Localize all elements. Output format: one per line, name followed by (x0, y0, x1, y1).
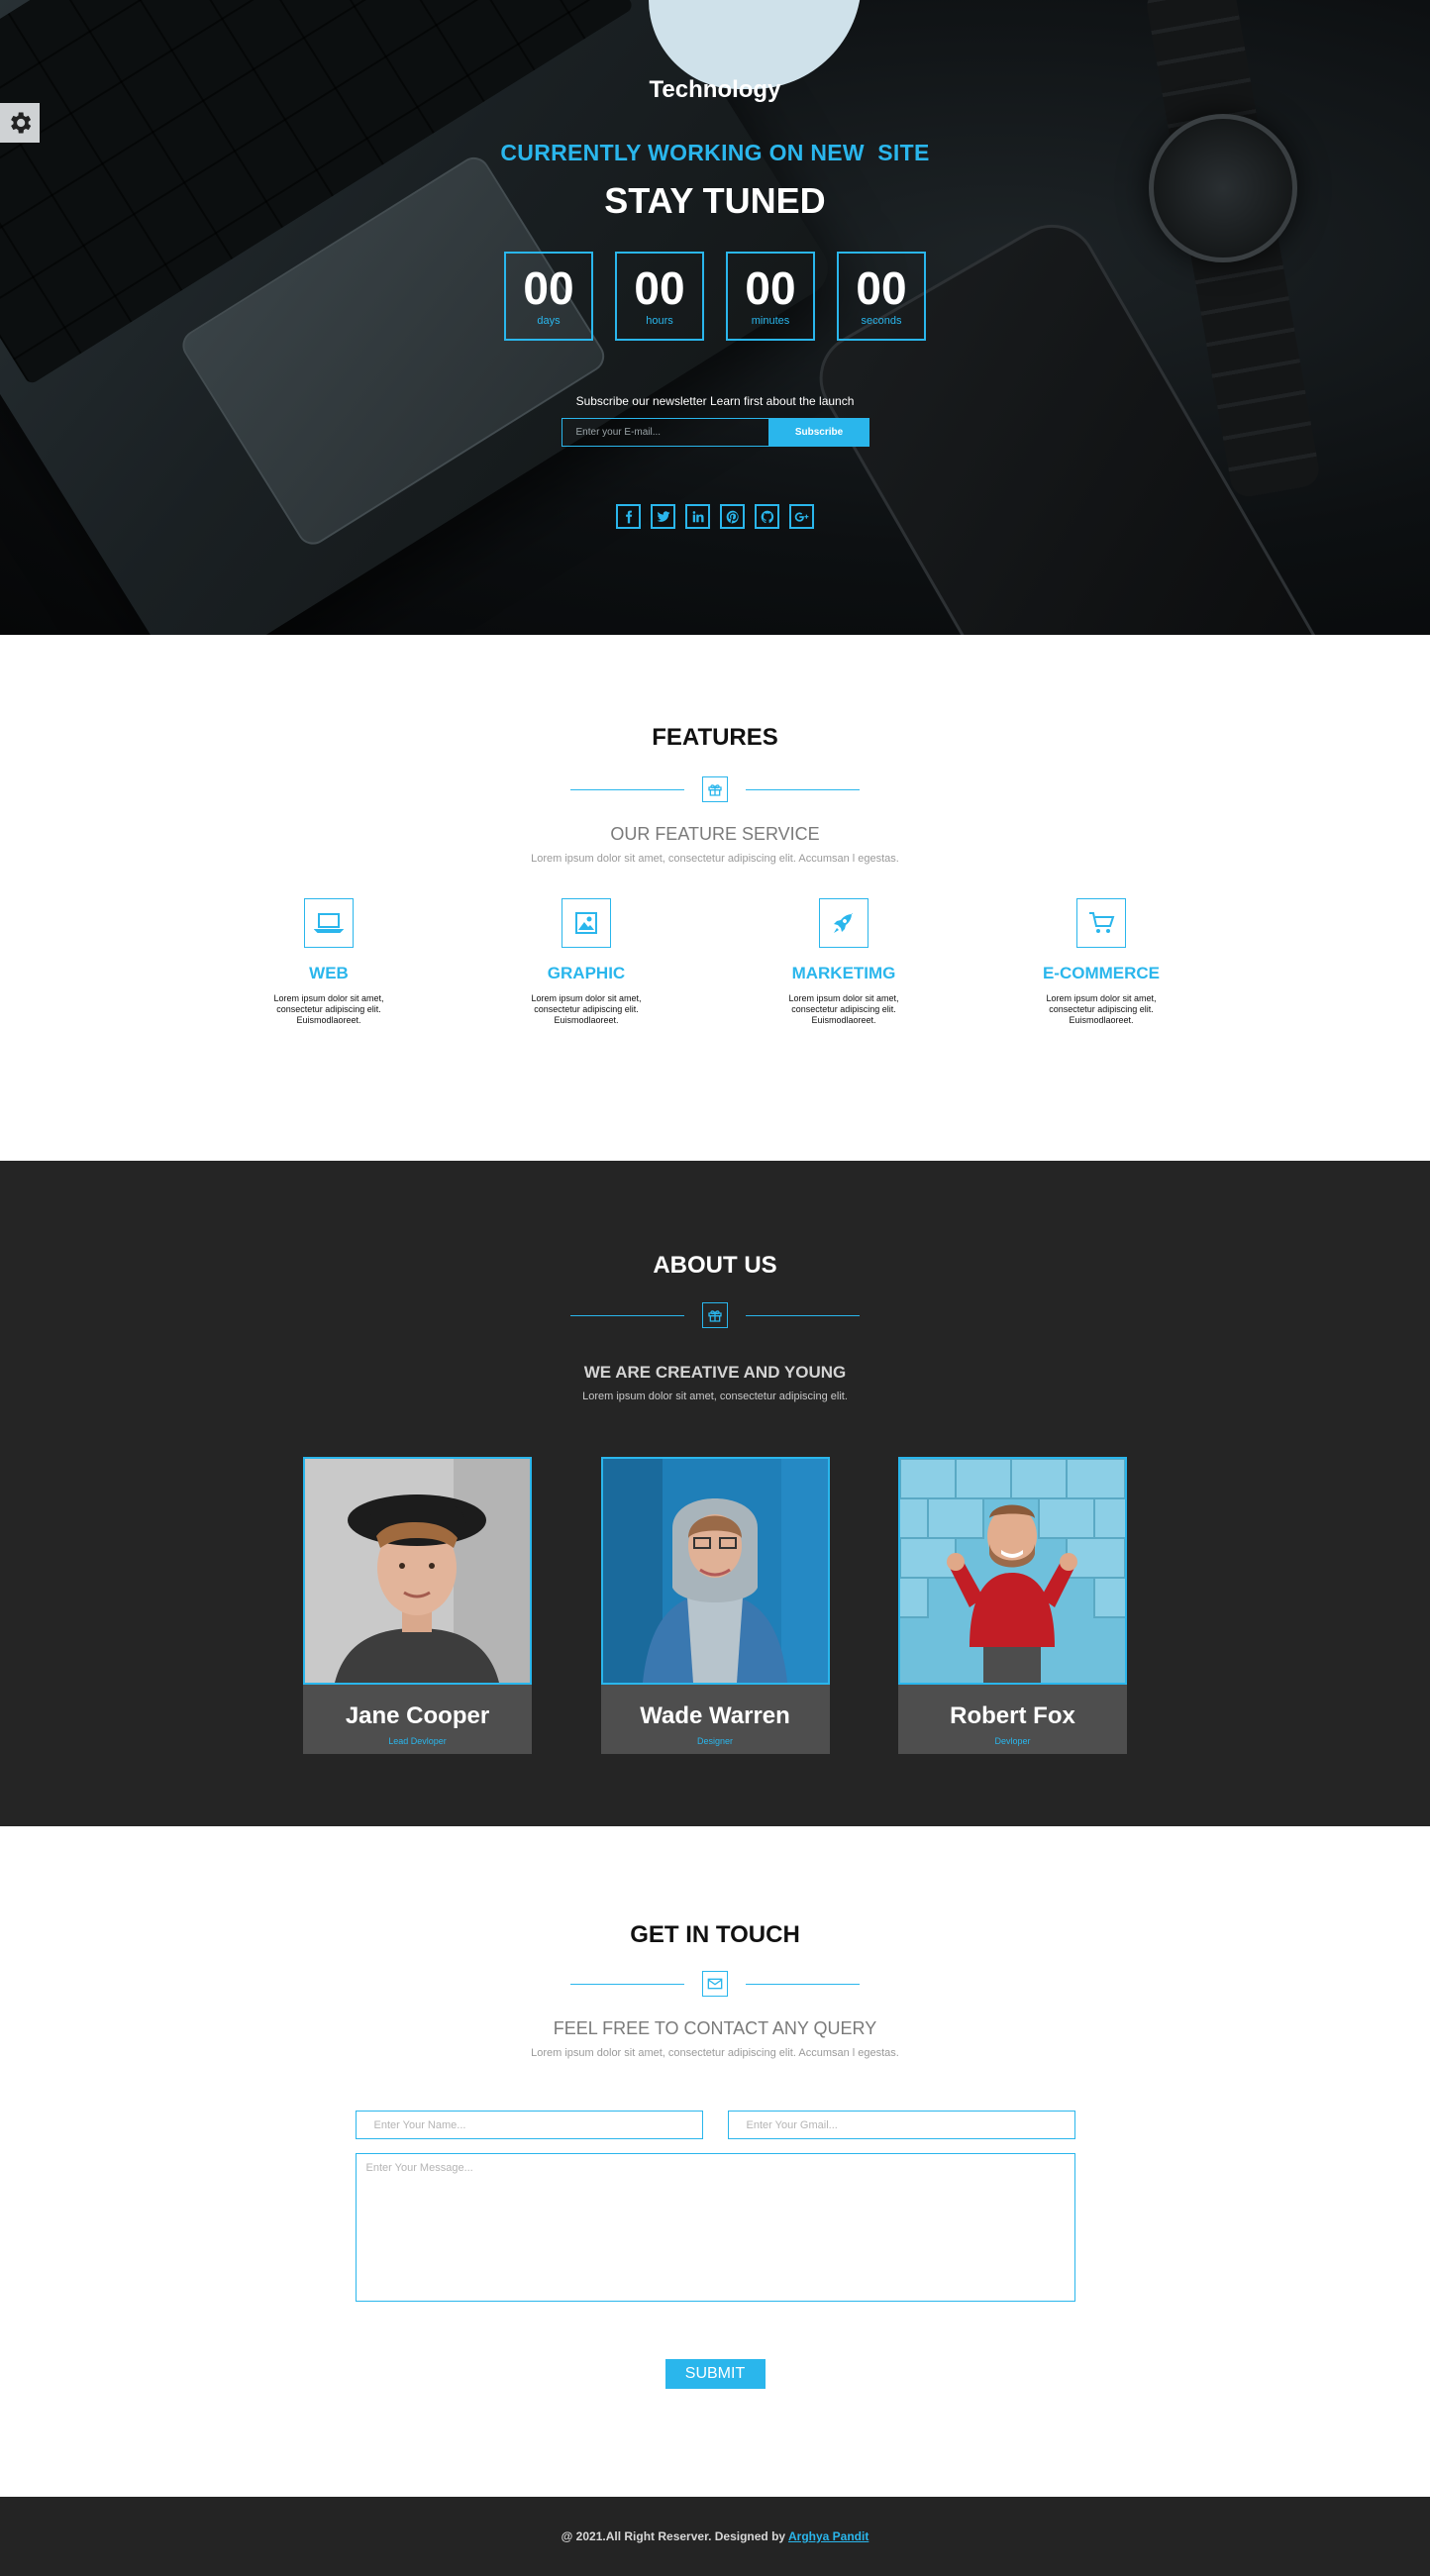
about-divider (0, 1302, 1430, 1328)
cart-icon (1076, 898, 1126, 948)
feature-web: WEB Lorem ipsum dolor sit amet, consecte… (259, 898, 398, 1026)
gift-icon (702, 776, 728, 802)
feature-title: GRAPHIC (547, 964, 626, 982)
stay-tuned-heading: STAY TUNED (604, 180, 826, 221)
countdown-seconds: 00 seconds (837, 252, 926, 341)
hero-content: Technology CURRENTLY WORKING ON NEW SITE… (0, 0, 1430, 529)
feature-title: MARKETIMG (791, 964, 896, 982)
brand-title: Technology (649, 76, 781, 103)
features-divider (0, 776, 1430, 802)
countdown-value: 00 (634, 262, 685, 314)
countdown-days: 00 days (504, 252, 593, 341)
features-title: FEATURES (652, 724, 778, 751)
countdown-label: days (537, 315, 561, 327)
about-section: ABOUT US WE ARE CREATIVE AND YOUNG Lorem… (0, 1161, 1430, 1826)
message-textarea[interactable] (355, 2153, 1075, 2302)
team-member-role: Lead Devloper (388, 1736, 447, 1746)
about-subtitle: WE ARE CREATIVE AND YOUNG (583, 1363, 847, 1382)
countdown-value: 00 (856, 262, 907, 314)
team-list: Jane Cooper Lead Devloper Wade Warren De… (303, 1457, 1127, 1754)
countdown-value: 00 (523, 262, 574, 314)
feature-description: Lorem ipsum dolor sit amet, consectetur … (273, 993, 384, 1025)
team-member-name: Wade Warren (640, 1702, 790, 1729)
feature-title: E-COMMERCE (1042, 964, 1161, 982)
pinterest-icon[interactable] (720, 504, 745, 529)
feature-description: Lorem ipsum dolor sit amet, consectetur … (1046, 993, 1157, 1025)
submit-button[interactable]: SUBMIT (664, 2359, 766, 2389)
social-links (0, 504, 1430, 529)
feature-ecommerce: E-COMMERCE Lorem ipsum dolor sit amet, c… (1032, 898, 1171, 1026)
countdown-minutes: 00 minutes (726, 252, 815, 341)
mail-icon (702, 1971, 728, 1997)
copyright-text: @ 2021.All Right Reserver. Designed by (561, 2529, 786, 2543)
hero-section: Technology CURRENTLY WORKING ON NEW SITE… (0, 0, 1430, 635)
contact-form: SUBMIT (355, 2111, 1075, 2389)
author-link[interactable]: Arghya Pandit (788, 2529, 868, 2543)
team-card: Robert Fox Devloper (898, 1457, 1127, 1754)
team-card-info: Jane Cooper Lead Devloper (303, 1685, 532, 1754)
team-member-name: Robert Fox (950, 1702, 1075, 1729)
subscribe-text: Subscribe our newsletter Learn first abo… (575, 394, 855, 408)
footer: @ 2021.All Right Reserver. Designed by A… (0, 2497, 1430, 2576)
feature-marketing: MARKETIMG Lorem ipsum dolor sit amet, co… (774, 898, 913, 1026)
image-icon (562, 898, 611, 948)
team-card: Wade Warren Designer (600, 1457, 830, 1754)
feature-title: WEB (309, 964, 349, 982)
feature-grid: WEB Lorem ipsum dolor sit amet, consecte… (259, 898, 1171, 1026)
team-member-name: Jane Cooper (345, 1702, 490, 1729)
gift-icon (702, 1302, 728, 1328)
team-card-info: Wade Warren Designer (600, 1685, 830, 1754)
team-member-role: Devloper (994, 1736, 1031, 1746)
contact-form-row (355, 2111, 1075, 2139)
subscribe-form: Subscribe (561, 418, 869, 447)
settings-gear-icon[interactable] (0, 103, 40, 143)
rocket-icon (819, 898, 868, 948)
countdown-label: hours (646, 315, 673, 327)
contact-section: GET IN TOUCH FEEL FREE TO CONTACT ANY QU… (0, 1826, 1430, 2497)
working-heading: CURRENTLY WORKING ON NEW SITE (500, 140, 930, 165)
feature-description: Lorem ipsum dolor sit amet, consectetur … (531, 993, 642, 1025)
footer-copyright: @ 2021.All Right Reserver. Designed by A… (562, 2529, 869, 2543)
team-member-role: Designer (696, 1736, 734, 1746)
contact-subtitle: FEEL FREE TO CONTACT ANY QUERY (553, 2018, 877, 2038)
feature-description: Lorem ipsum dolor sit amet, consectetur … (788, 993, 899, 1025)
contact-description: Lorem ipsum dolor sit amet, consectetur … (531, 2047, 899, 2059)
features-subtitle: OUR FEATURE SERVICE (610, 824, 820, 844)
features-description: Lorem ipsum dolor sit amet, consectetur … (531, 853, 899, 865)
github-icon[interactable] (755, 504, 779, 529)
contact-title: GET IN TOUCH (630, 1921, 800, 1948)
countdown-value: 00 (745, 262, 796, 314)
team-photo (898, 1457, 1127, 1685)
countdown: 00 days 00 hours 00 minutes 00 seconds (0, 252, 1430, 341)
countdown-label: seconds (861, 315, 902, 327)
contact-divider (0, 1971, 1430, 1997)
twitter-icon[interactable] (651, 504, 675, 529)
name-input[interactable] (355, 2111, 703, 2139)
features-section: FEATURES OUR FEATURE SERVICE Lorem ipsum… (0, 635, 1430, 1161)
linkedin-icon[interactable] (685, 504, 710, 529)
newsletter-email-input[interactable] (561, 418, 769, 447)
team-card-info: Robert Fox Devloper (898, 1685, 1127, 1754)
feature-graphic: GRAPHIC Lorem ipsum dolor sit amet, cons… (517, 898, 656, 1026)
countdown-hours: 00 hours (615, 252, 704, 341)
team-card: Jane Cooper Lead Devloper (303, 1457, 532, 1754)
about-title: ABOUT US (653, 1252, 777, 1279)
google-plus-icon[interactable] (789, 504, 814, 529)
countdown-label: minutes (751, 315, 790, 327)
subscribe-button[interactable]: Subscribe (768, 418, 869, 447)
laptop-icon (304, 898, 354, 948)
facebook-icon[interactable] (616, 504, 641, 529)
team-photo (303, 1457, 532, 1685)
about-description: Lorem ipsum dolor sit amet, consectetur … (582, 1391, 848, 1402)
team-photo (600, 1457, 830, 1685)
gmail-input[interactable] (727, 2111, 1075, 2139)
submit-wrapper: SUBMIT (356, 2359, 1075, 2389)
